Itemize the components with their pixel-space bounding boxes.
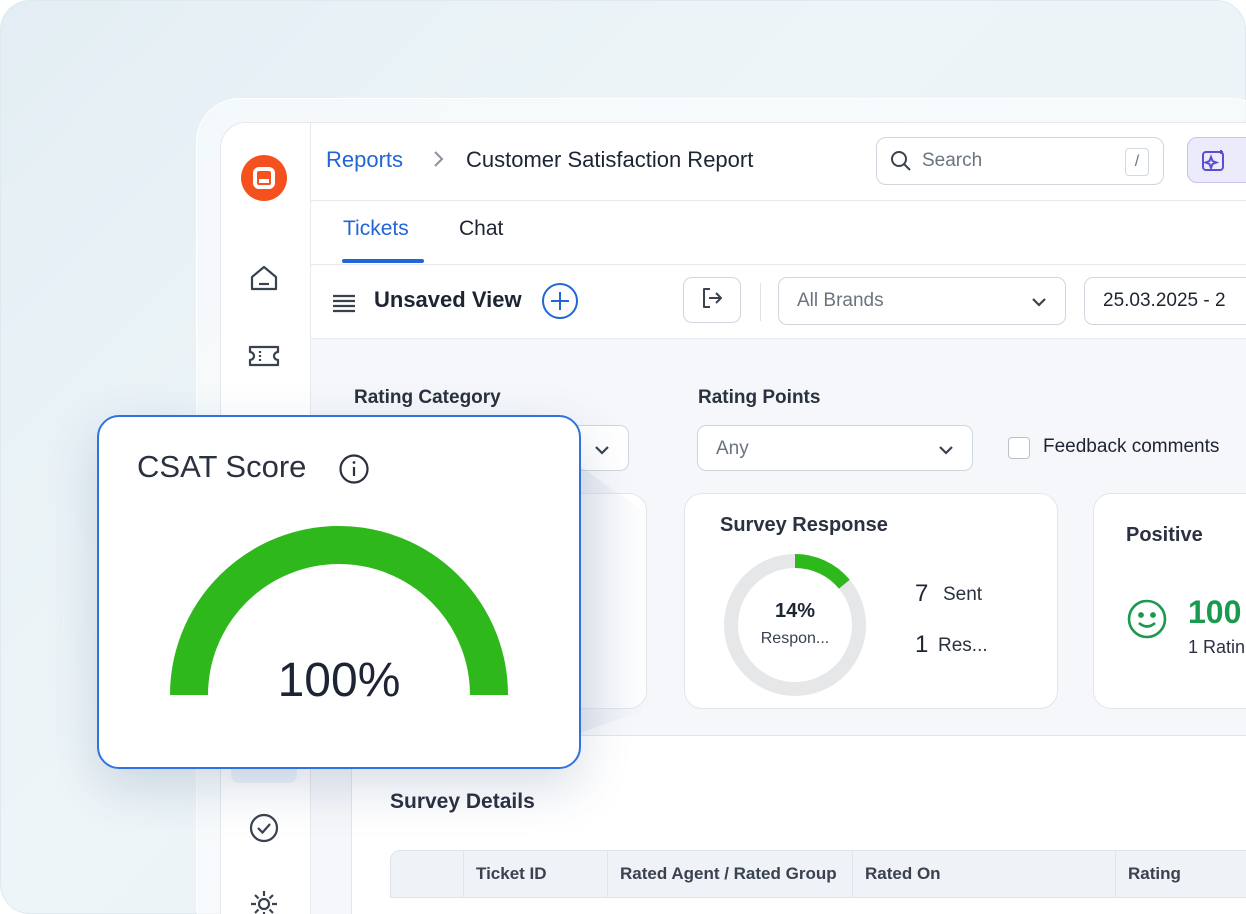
export-button[interactable]	[683, 277, 741, 323]
csat-value: 100%	[277, 654, 401, 707]
chevron-right-icon	[431, 149, 447, 174]
gear-icon[interactable]	[247, 887, 281, 914]
positive-subtitle: 1 Ratin	[1188, 637, 1246, 657]
rating-points-value: Any	[716, 438, 749, 459]
search-shortcut: /	[1125, 148, 1149, 176]
smile-icon	[1126, 598, 1168, 645]
feedback-comments-label: Feedback comments	[1043, 436, 1220, 457]
divider	[760, 283, 761, 321]
chevron-down-icon	[936, 440, 956, 465]
sent-count: 7	[915, 580, 929, 607]
rating-category-label: Rating Category	[354, 387, 501, 408]
breadcrumb-reports-link[interactable]: Reports	[326, 147, 403, 173]
info-icon[interactable]	[338, 453, 370, 490]
date-range-value: 25.03.2025 - 2	[1103, 290, 1226, 311]
csat-title: CSAT Score	[137, 449, 307, 484]
survey-table-header: Ticket ID Rated Agent / Rated Group Rate…	[390, 850, 1246, 898]
column-rating[interactable]: Rating	[1115, 851, 1246, 897]
column-rated-agent[interactable]: Rated Agent / Rated Group	[607, 851, 852, 897]
home-icon[interactable]	[247, 261, 281, 295]
survey-response-card: Survey Response 14% Respon... 7 Sent 1 R…	[684, 493, 1058, 709]
positive-title: Positive	[1126, 524, 1203, 546]
feedback-comments-checkbox[interactable]	[1008, 437, 1030, 459]
chevron-down-icon	[1029, 292, 1049, 317]
response-rate-label: Respon...	[760, 630, 830, 647]
tab-active-indicator	[342, 259, 424, 263]
rating-points-select[interactable]: Any	[697, 425, 973, 471]
check-circle-icon[interactable]	[247, 811, 281, 845]
survey-response-donut	[724, 554, 866, 696]
search-input[interactable]: Search /	[876, 137, 1164, 185]
sparkle-icon	[1200, 148, 1228, 179]
list-menu-icon[interactable]	[331, 293, 357, 318]
positive-card: Positive 100 1 Ratin	[1093, 493, 1246, 709]
date-range-picker[interactable]: 25.03.2025 - 2	[1084, 277, 1246, 325]
tab-bar: Tickets Chat	[311, 201, 1246, 265]
view-bar: Unsaved View All Brands 25.03.2025 - 2	[311, 265, 1246, 339]
table-select-column	[391, 851, 463, 897]
top-bar: Reports Customer Satisfaction Report Sea…	[311, 123, 1246, 201]
column-rated-on[interactable]: Rated On	[852, 851, 1115, 897]
page-title: Customer Satisfaction Report	[466, 147, 754, 172]
response-rate-value: 14%	[774, 600, 816, 622]
column-ticket-id[interactable]: Ticket ID	[463, 851, 607, 897]
brands-select[interactable]: All Brands	[778, 277, 1066, 325]
ticket-icon[interactable]	[247, 339, 281, 373]
rating-points-label: Rating Points	[698, 387, 821, 408]
positive-value: 100	[1188, 594, 1242, 630]
tab-tickets[interactable]: Tickets	[343, 217, 409, 241]
sent-label: Sent	[943, 584, 983, 605]
chevron-down-icon	[592, 440, 612, 465]
tab-chat[interactable]: Chat	[459, 217, 503, 241]
view-title[interactable]: Unsaved View	[374, 287, 522, 313]
brand-logo[interactable]	[241, 155, 287, 201]
export-icon	[699, 285, 725, 316]
add-view-icon[interactable]	[541, 282, 579, 320]
ai-button[interactable]	[1187, 137, 1246, 183]
survey-response-title: Survey Response	[720, 514, 888, 536]
brands-select-value: All Brands	[797, 290, 884, 311]
survey-details-title: Survey Details	[390, 790, 535, 813]
search-placeholder: Search	[922, 150, 983, 171]
search-icon	[889, 149, 913, 178]
responded-count: 1	[915, 631, 929, 658]
csat-score-card: CSAT Score 100%	[97, 415, 581, 769]
responded-label: Res...	[938, 635, 988, 656]
